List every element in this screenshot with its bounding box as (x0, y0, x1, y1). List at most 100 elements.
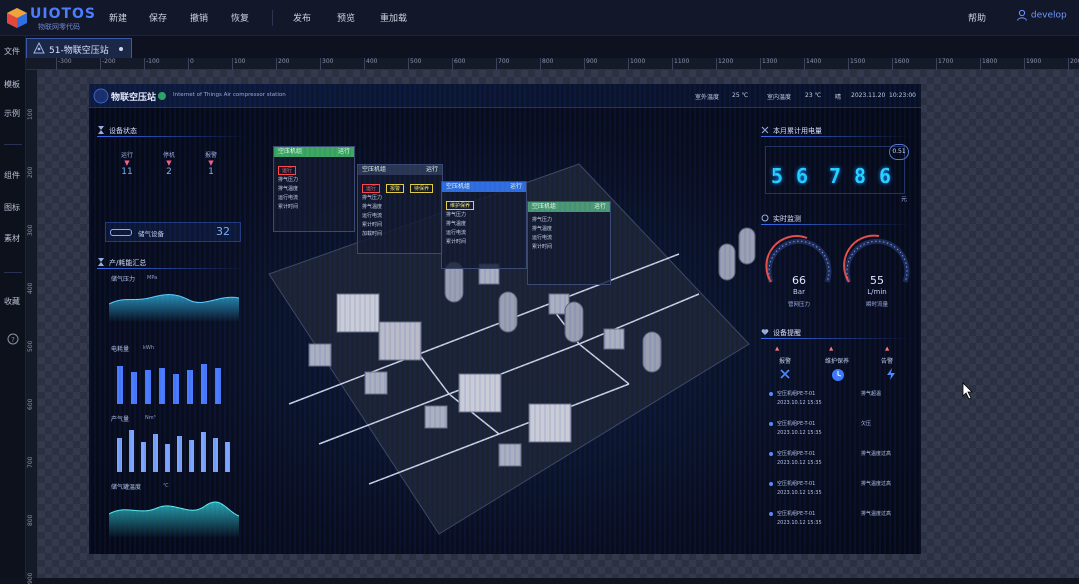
panel-row: 排气压力 (362, 195, 383, 201)
sidebar-item-favorites[interactable]: 收藏 (4, 296, 20, 307)
ruler-tick-label: 2000 (1070, 58, 1079, 65)
event-tab-warning[interactable]: 告警 (881, 356, 893, 365)
menu-help[interactable]: 帮助 (968, 11, 986, 24)
menu-redo[interactable]: 恢复 (231, 11, 249, 24)
panel-row: 累计时间 (446, 239, 467, 245)
compressor-panel-4[interactable]: 空压机组 运行 排气压力 排气温度 运行电流 累计时间 (527, 201, 611, 285)
sidebar-item-file[interactable]: 文件 (4, 46, 20, 57)
chart-unit: Nm³ (145, 415, 156, 421)
ruler-tick-line (540, 58, 541, 70)
panel-row: 排气温度 (278, 186, 299, 192)
ruler-tick-label: 100 (234, 58, 246, 65)
menu-publish[interactable]: 发布 (293, 11, 311, 24)
meter-unit: 元 (901, 196, 908, 203)
menu-save[interactable]: 保存 (149, 11, 167, 24)
sidebar-item-component[interactable]: 组件 (4, 170, 20, 181)
ruler-tick-label: 1500 (850, 58, 866, 65)
globe-icon (158, 92, 166, 100)
ruler-tick-label: 300 (322, 58, 334, 65)
ruler-tick-line (1068, 58, 1069, 70)
event-device: 空压机组PE-T-01 (777, 421, 816, 427)
panel-header: 空压机组 运行 (442, 182, 526, 192)
ruler-tick-label: 1700 (938, 58, 954, 65)
ruler-tick-line (716, 58, 717, 70)
panel-row: 排气压力 (532, 217, 553, 223)
compressor-panel-1[interactable]: 空压机组 运行 运行 排气压力 排气温度 运行电流 累计时间 (273, 146, 355, 232)
bar-series (117, 430, 230, 472)
compressor-panel-3[interactable]: 空压机组 运行 维护保养 排气压力 排气温度 运行电流 累计时间 (441, 181, 527, 269)
menu-undo[interactable]: 撤销 (190, 11, 208, 24)
events-title: 设备提醒 (773, 329, 801, 337)
ruler-tick-line (188, 58, 189, 70)
panel-header: 空压机组 运行 (358, 165, 442, 175)
event-message: 排气温度过高 (861, 511, 892, 517)
top-toolbar: UIOTOS 物联网零代码 新建 保存 撤销 恢复 发布 预览 重加载 帮助 d… (0, 0, 1079, 36)
dashboard-screen[interactable]: 物联空压站 Internet of Things Air compressor … (89, 84, 921, 554)
ruler-tick-line (936, 58, 937, 70)
power-bar-chart (117, 364, 221, 404)
ruler-tick-label: -200 (102, 58, 116, 65)
ruler-tick-label: 500 (27, 340, 34, 352)
tab-label: 51-物联空压站 (49, 46, 109, 56)
meter-title: 本月累计用电量 (773, 127, 822, 135)
ruler-tick-line (804, 58, 805, 70)
stat-stopped: 停机 ▼ 2 (157, 150, 181, 177)
ruler-tick-label: 1400 (806, 58, 822, 65)
tools-icon[interactable] (779, 368, 791, 380)
tank-temp-area-chart (109, 501, 239, 538)
ruler-tick-label: 1900 (1026, 58, 1042, 65)
menu-new[interactable]: 新建 (109, 11, 127, 24)
chart-unit: kWh (143, 345, 155, 351)
ruler-tick-label: 800 (542, 58, 554, 65)
event-device: 空压机组PE-T-01 (777, 511, 816, 517)
lightning-icon[interactable] (885, 368, 897, 380)
event-item[interactable]: 空压机组PE-T-01 欠压 2023.10.12 15:35 (765, 416, 915, 446)
event-item[interactable]: 空压机组PE-T-01 排气超温 2023.10.12 15:35 (765, 386, 915, 416)
help-circle-icon[interactable]: ? (7, 333, 19, 345)
pressure-label: 管网压力 (787, 302, 810, 308)
ruler-tick-label: 0 (190, 58, 194, 65)
event-tab-maintain[interactable]: 维护保养 (825, 356, 849, 365)
event-item[interactable]: 空压机组PE-T-01 排气温度过高 2023.10.12 15:35 (765, 476, 915, 506)
tag-alarm: 报警 (386, 184, 405, 193)
flow-label: 瞬时流量 (865, 302, 888, 308)
event-bullet (769, 452, 773, 456)
panel-header: 空压机组 运行 (528, 202, 610, 212)
user-icon (1017, 9, 1027, 21)
heart-icon (761, 329, 769, 335)
ruler-tick-label: 600 (454, 58, 466, 65)
event-time: 2023.10.12 15:35 (777, 400, 822, 406)
tag-maintenance: 维护保养 (446, 201, 475, 210)
ruler-tick-line (760, 58, 761, 70)
sidebar-item-example[interactable]: 示例 (4, 108, 20, 119)
event-item[interactable]: 空压机组PE-T-01 排气温度过高 2023.10.12 15:35 (765, 506, 915, 536)
event-device: 空压机组PE-T-01 (777, 481, 816, 487)
ruler-tick-line (1024, 58, 1025, 70)
event-tab-alarm[interactable]: 报警 (779, 356, 791, 365)
panel-header: 空压机组 运行 (274, 147, 354, 157)
sidebar-item-icon[interactable]: 图标 (4, 202, 20, 213)
flow-value: 55 (870, 274, 884, 287)
sidebar-item-template[interactable]: 模板 (4, 79, 20, 90)
menu-preview[interactable]: 预览 (337, 11, 355, 24)
pressure-value: 66 (792, 274, 806, 287)
mouse-cursor-icon (962, 382, 973, 400)
menu-reload[interactable]: 重加载 (380, 11, 407, 24)
event-time: 2023.10.12 15:35 (777, 430, 822, 436)
tab-51-iot-compressor[interactable]: 51-物联空压站 (26, 38, 132, 58)
user-menu[interactable]: develop (1016, 9, 1067, 21)
section-underline (761, 136, 911, 137)
meter-digit: 6 (795, 164, 809, 188)
panel-row: 运行电流 (532, 235, 553, 241)
chart-label-gas: 产气量 (111, 416, 130, 423)
ruler-tick-label: 900 (586, 58, 598, 65)
event-item[interactable]: 空压机组PE-T-01 排气温度过高 2023.10.12 15:35 (765, 446, 915, 476)
weather-outdoor-label: 室外温度 (695, 94, 720, 101)
clock-icon[interactable] (831, 368, 845, 382)
ruler-tick-line (628, 58, 629, 70)
ruler-tick-label: 1100 (674, 58, 690, 65)
compressor-panel-2[interactable]: 空压机组 运行 运行 报警 待保养 排气压力 排气温度 运行电流 累计时间 加载时间 (357, 164, 443, 254)
ruler-tick-line (56, 58, 57, 70)
panel-row: 排气压力 (446, 212, 467, 218)
sidebar-item-material[interactable]: 素材 (4, 233, 20, 244)
